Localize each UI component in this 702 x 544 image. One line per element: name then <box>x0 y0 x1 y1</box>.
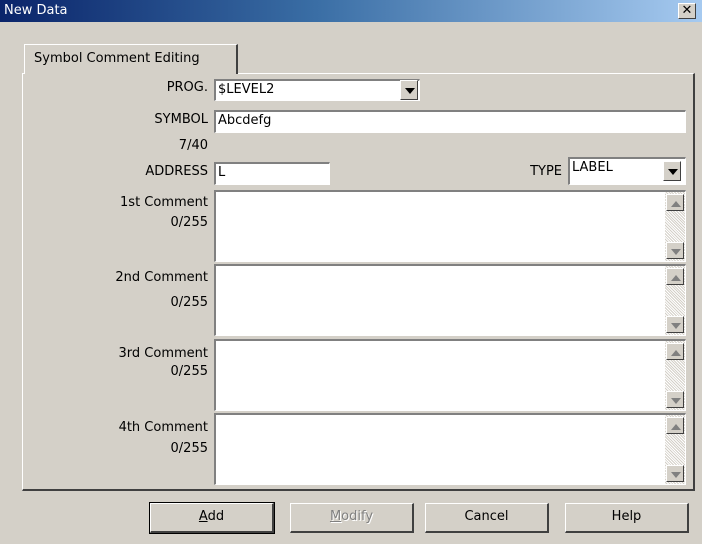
chevron-down-icon <box>671 323 681 329</box>
comment-3-label: 3rd Comment <box>118 346 208 361</box>
prog-dropdown-button[interactable] <box>400 80 418 100</box>
scroll-up-button[interactable] <box>666 268 684 285</box>
type-label: TYPE <box>530 164 562 179</box>
type-dropdown-button[interactable] <box>663 161 681 181</box>
comment-1-count: 0/255 <box>170 215 208 230</box>
vertical-scrollbar[interactable] <box>665 341 685 410</box>
scroll-up-button[interactable] <box>666 343 684 360</box>
chevron-down-icon <box>671 398 681 404</box>
symbol-value: Abcdefg <box>218 113 272 128</box>
add-mnemonic: A <box>198 509 208 524</box>
modify-button[interactable]: Modify <box>290 503 414 533</box>
add-label-rest: dd <box>207 509 225 524</box>
cancel-button[interactable]: Cancel <box>425 503 549 533</box>
scroll-up-button[interactable] <box>666 194 684 211</box>
chevron-up-icon <box>671 201 681 207</box>
add-button[interactable]: Add <box>149 502 275 534</box>
symbol-count: 7/40 <box>178 138 208 153</box>
vertical-scrollbar[interactable] <box>665 415 685 484</box>
chevron-up-icon <box>671 350 681 356</box>
address-input[interactable]: L <box>214 162 330 185</box>
scroll-down-button[interactable] <box>666 465 684 482</box>
vertical-scrollbar[interactable] <box>665 266 685 335</box>
chevron-down-icon <box>668 169 678 175</box>
new-data-dialog: New Data ✕ Symbol Comment Editing PROG. … <box>0 0 702 544</box>
comment-3-count: 0/255 <box>170 364 208 379</box>
type-value: LABEL <box>572 160 613 175</box>
chevron-up-icon <box>671 275 681 281</box>
chevron-down-icon <box>405 88 415 94</box>
prog-label: PROG. <box>166 80 208 95</box>
symbol-input[interactable]: Abcdefg <box>214 110 686 133</box>
comment-4-textarea[interactable] <box>214 413 686 485</box>
scroll-down-button[interactable] <box>666 242 684 259</box>
comment-2-textarea[interactable] <box>214 264 686 336</box>
comment-4-count: 0/255 <box>170 441 208 456</box>
vertical-scrollbar[interactable] <box>665 192 685 261</box>
help-button[interactable]: Help <box>565 503 689 533</box>
comment-2-label: 2nd Comment <box>115 270 208 285</box>
close-icon[interactable]: ✕ <box>678 3 696 19</box>
title-bar[interactable]: New Data ✕ <box>0 0 702 22</box>
symbol-label: SYMBOL <box>154 112 208 127</box>
comment-1-textarea[interactable] <box>214 190 686 262</box>
chevron-down-icon <box>671 249 681 255</box>
tab-label: Symbol Comment Editing <box>34 51 200 66</box>
chevron-down-icon <box>671 472 681 478</box>
prog-value: $LEVEL2 <box>218 82 275 97</box>
modify-mnemonic: M <box>329 509 342 524</box>
tab-symbol-comment-editing[interactable]: Symbol Comment Editing <box>24 44 238 74</box>
address-value: L <box>218 165 226 180</box>
comment-1-label: 1st Comment <box>120 195 208 210</box>
scroll-up-button[interactable] <box>666 417 684 434</box>
comment-4-label: 4th Comment <box>118 420 208 435</box>
modify-label-rest: odify <box>341 509 374 524</box>
comment-3-textarea[interactable] <box>214 339 686 411</box>
scroll-down-button[interactable] <box>666 391 684 408</box>
comment-2-count: 0/255 <box>170 295 208 310</box>
scroll-down-button[interactable] <box>666 316 684 333</box>
prog-select[interactable]: $LEVEL2 <box>214 79 420 101</box>
address-label: ADDRESS <box>145 164 208 179</box>
window-title: New Data <box>4 3 68 18</box>
chevron-up-icon <box>671 424 681 430</box>
